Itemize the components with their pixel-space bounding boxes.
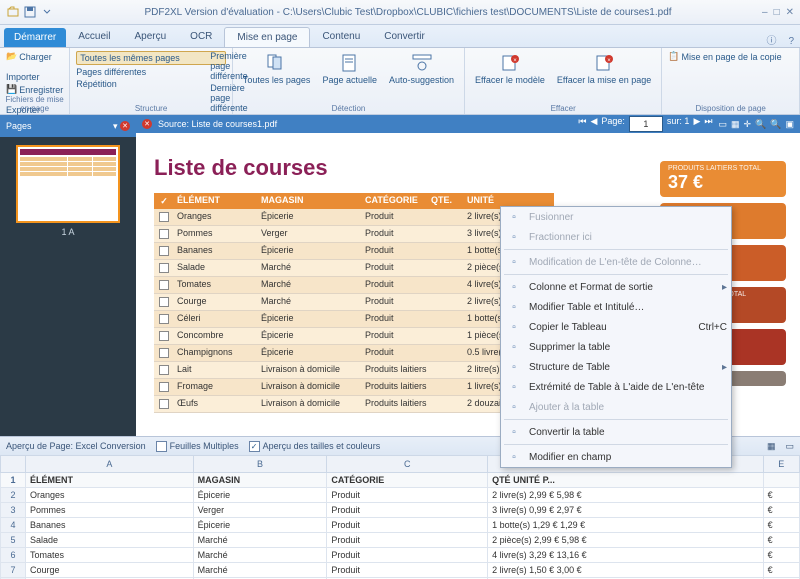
- pages-diff-button: Pages différentes: [76, 67, 226, 77]
- menu-item[interactable]: ▫Extrémité de Table à L'aide de L'en-têt…: [501, 377, 731, 397]
- maximize-icon[interactable]: □: [774, 7, 780, 18]
- fit-icon[interactable]: ▣: [785, 119, 794, 130]
- quick-access-toolbar: [6, 5, 54, 19]
- help2-icon[interactable]: ?: [782, 36, 800, 47]
- menu-item: ▫Fusionner: [501, 207, 731, 227]
- tab-mise en page[interactable]: Mise en page: [224, 27, 310, 47]
- menu-item[interactable]: ▫Structure de Table▸: [501, 357, 731, 377]
- tool2-icon[interactable]: ▦: [731, 119, 740, 130]
- group-label: Structure: [70, 104, 232, 113]
- menu-item: ▫Ajouter à la table: [501, 397, 731, 417]
- ribbon-group-detection: Toutes les pages Page actuelle Auto-sugg…: [233, 48, 465, 114]
- effacer-mise-button[interactable]: ×Effacer la mise en page: [553, 51, 655, 87]
- preview-title: Aperçu de Page: Excel Conversion: [6, 441, 146, 451]
- page-input[interactable]: [629, 116, 663, 132]
- tab-aperçu[interactable]: Aperçu: [122, 27, 178, 47]
- window-title: PDF2XL Version d'évaluation - C:\Users\C…: [54, 7, 762, 18]
- ribbon-group-effacer: ×Effacer le modèle ×Effacer la mise en p…: [465, 48, 662, 114]
- enreg-button[interactable]: 💾 Enregistrer: [6, 84, 63, 95]
- group-label: Fichiers de mise en page: [0, 95, 69, 113]
- svg-text:×: ×: [607, 58, 611, 64]
- panel-funnel-icon[interactable]: ▾: [113, 121, 118, 132]
- thumb-label: 1 A: [61, 227, 74, 237]
- qat-dropdown-icon[interactable]: [40, 5, 54, 19]
- tab-ocr[interactable]: OCR: [178, 27, 224, 47]
- auto-suggestion-button[interactable]: Auto-suggestion: [385, 51, 458, 87]
- start-button[interactable]: Démarrer: [4, 28, 66, 47]
- window-buttons: – □ ✕: [762, 7, 794, 18]
- close-icon[interactable]: ✕: [786, 7, 794, 18]
- repetition-button: Répétition: [76, 79, 226, 89]
- first-page-icon[interactable]: ⏮: [578, 116, 586, 132]
- zoom-in-icon[interactable]: 🔍: [770, 119, 781, 130]
- menu-item: ▫Modification de L'en-tête de Colonne…: [501, 252, 731, 272]
- tool1-icon[interactable]: ▭: [718, 119, 727, 130]
- menu-item[interactable]: ▫Colonne et Format de sortie▸: [501, 277, 731, 297]
- page-actuelle-button[interactable]: Page actuelle: [318, 51, 381, 87]
- preview-xls-icon[interactable]: ▦: [767, 441, 776, 452]
- source-bar: ✕ Source: Liste de courses1.pdf ⏮ ◀ Page…: [136, 115, 800, 133]
- source-label: Source: Liste de courses1.pdf: [158, 119, 277, 129]
- mise-page-copie-button[interactable]: 📋 Mise en page de la copie: [668, 51, 793, 62]
- importer-button[interactable]: Importer: [6, 72, 63, 82]
- tab-contenu[interactable]: Contenu: [310, 27, 372, 47]
- preview-close-icon[interactable]: ▭: [785, 441, 794, 452]
- group-label: Disposition de page: [662, 104, 799, 113]
- ribbon-group-disposition: 📋 Mise en page de la copie Disposition d…: [662, 48, 800, 114]
- svg-text:×: ×: [513, 58, 517, 64]
- open-icon[interactable]: [6, 5, 20, 19]
- prev-page-icon[interactable]: ◀: [590, 116, 597, 132]
- panel-title: Pages: [6, 121, 32, 131]
- ribbon: 📂 Charger Importer 💾 Enregistrer Exporte…: [0, 48, 800, 115]
- total-box: PRODUITS LAITIERS TOTAL37 €: [660, 161, 786, 197]
- menu-item[interactable]: ▫Supprimer la table: [501, 337, 731, 357]
- effacer-modele-button[interactable]: ×Effacer le modèle: [471, 51, 549, 87]
- group-label: Détection: [233, 104, 464, 113]
- menu-item[interactable]: ▫Modifier Table et Intitulé…: [501, 297, 731, 317]
- page-thumbnail[interactable]: [16, 145, 120, 223]
- titlebar: PDF2XL Version d'évaluation - C:\Users\C…: [0, 0, 800, 25]
- last-page-icon[interactable]: ⏭: [704, 116, 712, 132]
- save-icon[interactable]: [23, 5, 37, 19]
- tab-convertir[interactable]: Convertir: [372, 27, 437, 47]
- menu-item[interactable]: ▫Modifier en champ: [501, 447, 731, 467]
- group-label: Effacer: [465, 104, 661, 113]
- minimize-icon[interactable]: –: [762, 7, 768, 18]
- ribbon-tabs: Démarrer AccueilAperçuOCRMise en pageCon…: [0, 25, 800, 48]
- toutes-pages-button[interactable]: Toutes les mêmes pages: [76, 51, 226, 65]
- page-label: Page:: [601, 116, 625, 132]
- menu-item[interactable]: ▫Convertir la table: [501, 422, 731, 442]
- pointer-icon[interactable]: ✛: [744, 119, 752, 130]
- ribbon-group-files: 📂 Charger Importer 💾 Enregistrer Exporte…: [0, 48, 70, 114]
- zoom-out-icon[interactable]: 🔍: [755, 119, 766, 130]
- page-total: sur: 1: [667, 116, 690, 132]
- feuilles-check[interactable]: Feuilles Multiples: [156, 441, 239, 452]
- page-nav: ⏮ ◀ Page: sur: 1 ▶ ⏭: [578, 116, 712, 132]
- close-src-icon[interactable]: ✕: [142, 119, 152, 129]
- charger-button[interactable]: 📂 Charger: [6, 51, 63, 62]
- excel-grid[interactable]: ABCDE1ÉLÉMENTMAGASINCATÉGORIEQTÉ UNITÉ P…: [0, 455, 800, 579]
- tailles-check[interactable]: ✓Aperçu des tailles et couleurs: [249, 441, 381, 452]
- ribbon-group-structure: Toutes les mêmes pages Pages différentes…: [70, 48, 233, 114]
- detected-table[interactable]: ✓ÉLÉMENTMAGASINCATÉGORIEQTE.UNITÉOranges…: [154, 193, 554, 413]
- next-page-icon[interactable]: ▶: [693, 116, 700, 132]
- context-menu: ▫Fusionner▫Fractionner ici ▫Modification …: [500, 206, 732, 468]
- menu-item: ▫Fractionner ici: [501, 227, 731, 247]
- close-panel-icon[interactable]: ✕: [120, 121, 130, 131]
- all-pages-button[interactable]: Toutes les pages: [239, 51, 315, 87]
- menu-item[interactable]: ▫Copier le TableauCtrl+C: [501, 317, 731, 337]
- tab-accueil[interactable]: Accueil: [66, 27, 122, 47]
- help-icon[interactable]: ⓘ: [760, 32, 782, 47]
- pages-panel: Pages ▾ ✕ 1 A: [0, 115, 136, 436]
